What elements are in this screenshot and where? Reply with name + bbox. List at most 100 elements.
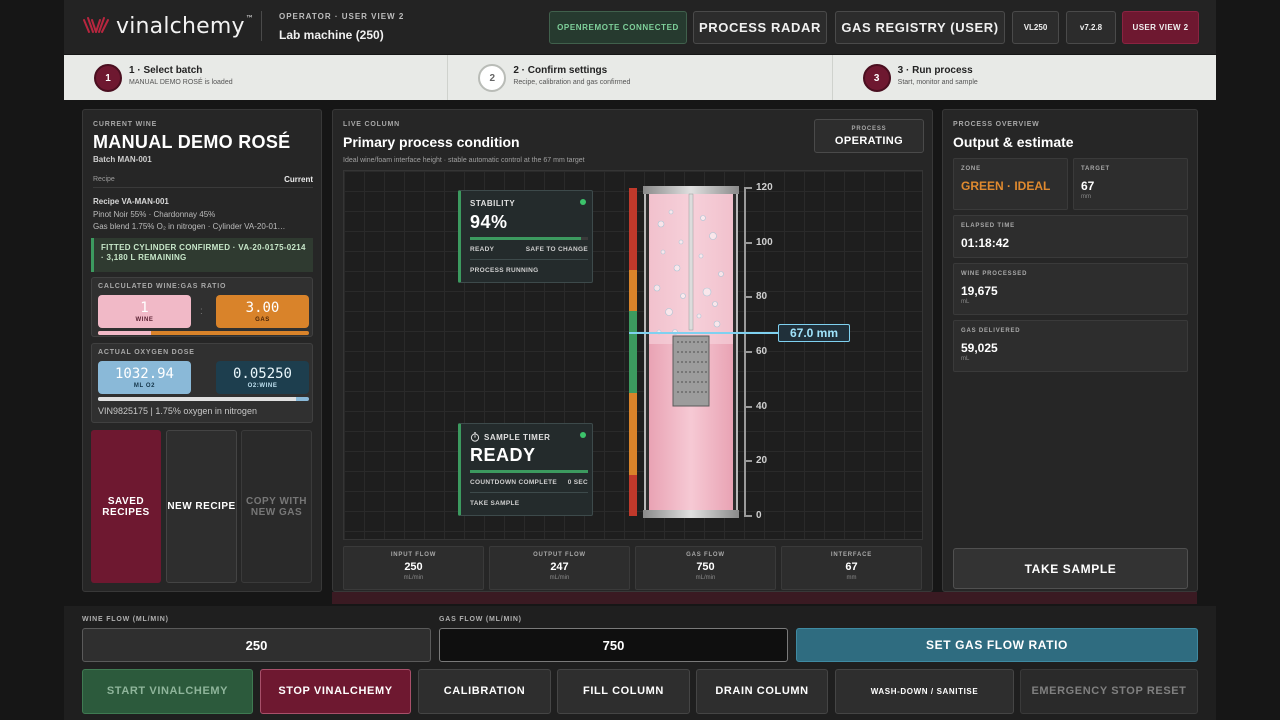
process-state-button[interactable]: PROCESS OPERATING — [814, 119, 924, 153]
brand-logo: vinalchemy™ — [82, 12, 254, 40]
zone-indicator-bar — [629, 188, 637, 516]
version-badge[interactable]: v7.2.8 — [1066, 11, 1116, 44]
status-dot — [580, 432, 586, 438]
dose-footnote: VIN9825175 | 1.75% oxygen in nitrogen — [98, 406, 257, 416]
saved-recipes-button[interactable]: SAVED RECIPES — [91, 430, 161, 583]
ready-text: READY — [470, 246, 495, 253]
gas-flow-label: GAS FLOW (ML/MIN) — [439, 616, 522, 623]
stop-vinalchemy-button[interactable]: STOP VINALCHEMY — [260, 669, 411, 714]
target-label: TARGET — [1081, 166, 1111, 172]
sample-timer-bar — [470, 470, 588, 473]
step-title: 1 · Select batch — [129, 65, 203, 76]
brand-name: vinalchemy™ — [116, 13, 254, 39]
step-select-batch[interactable]: 1 1 · Select batch MANUAL DEMO ROSÉ is l… — [64, 55, 449, 100]
step-number: 3 — [862, 64, 891, 92]
dose-bar — [98, 397, 309, 401]
sample-timer-bar-fill — [470, 470, 588, 473]
zone-label: ZONE — [961, 166, 981, 172]
gas-ratio-label: GAS — [255, 316, 270, 323]
axis-tick-label: 0 — [756, 510, 762, 521]
stability-status-row: READY SAFE TO CHANGE — [470, 246, 588, 253]
step-number: 1 — [94, 64, 122, 92]
unit-badge[interactable]: VL250 — [1012, 11, 1059, 44]
interface-metric: INTERFACE 67 mm — [781, 546, 922, 590]
gas-delivered-label: GAS DELIVERED — [961, 328, 1021, 334]
process-state-label: PROCESS — [851, 126, 887, 132]
elapsed-value: 01:18:42 — [961, 236, 1010, 250]
target-unit: mm — [1081, 194, 1091, 200]
metric-unit: mm — [846, 575, 857, 581]
step-title: 3 · Run process — [897, 65, 973, 76]
interface-level-readout: 67.0 mm — [778, 323, 850, 342]
column-visualization: 120 100 80 60 40 20 0 67.0 mm STABILITY 94% RE… — [343, 170, 923, 540]
new-recipe-button[interactable]: NEW RECIPE — [166, 430, 237, 583]
take-sample-button[interactable]: TAKE SAMPLE — [953, 548, 1188, 589]
metric-value: 67 — [845, 561, 858, 573]
machine-name: Lab machine (250) — [279, 28, 384, 42]
zone-card: ZONE GREEN · IDEAL — [953, 158, 1068, 210]
wine-ratio-pill: 1 WINE — [98, 295, 191, 328]
metric-unit: mL/min — [403, 575, 424, 581]
recipe-key: Recipe — [93, 176, 115, 183]
countdown-text: COUNTDOWN COMPLETE — [470, 479, 558, 486]
current-wine-panel: CURRENT WINE MANUAL DEMO ROSÉ Batch MAN-… — [82, 109, 322, 592]
metric-label: OUTPUT FLOW — [533, 552, 586, 558]
sample-timer-value: READY — [470, 445, 536, 465]
copy-with-new-gas-button[interactable]: COPY WITH NEW GAS — [241, 430, 312, 583]
take-sample-link[interactable]: TAKE SAMPLE — [470, 500, 519, 507]
oxygen-dose-box: ACTUAL OXYGEN DOSE 1032.94 ML O2 0.05250… — [91, 343, 313, 423]
app-header: vinalchemy™ OPERATOR · USER VIEW 2 Lab m… — [64, 0, 1216, 54]
wine-ratio-value: 1 — [140, 299, 149, 316]
axis-tick-label: 60 — [756, 346, 768, 357]
process-overview-panel: PROCESS OVERVIEW Output & estimate ZONE … — [942, 109, 1198, 592]
stability-card: STABILITY 94% READY SAFE TO CHANGE PROCE… — [458, 190, 593, 283]
gas-registry-button[interactable]: GAS REGISTRY (USER) — [835, 11, 1005, 44]
fill-column-button[interactable]: FILL COLUMN — [557, 669, 690, 714]
step-run-process[interactable]: 3 3 · Run process Start, monitor and sam… — [833, 55, 1216, 100]
elapsed-label: ELAPSED TIME — [961, 223, 1015, 229]
interface-level-line — [629, 331, 779, 334]
gas-delivered-card: GAS DELIVERED 59,025 mL — [953, 320, 1188, 372]
start-vinalchemy-button[interactable]: START VINALCHEMY — [82, 669, 253, 714]
cylinder-confirmed-banner: FITTED CYLINDER CONFIRMED · VA-20-0175-0… — [91, 238, 313, 272]
axis-tick-label: 80 — [756, 291, 768, 303]
gas-delivered-value: 59,025 — [961, 341, 998, 355]
zone-segment — [629, 393, 637, 434]
metric-value: 750 — [696, 561, 715, 573]
o2-wine-pill: 0.05250 O2:WINE — [216, 361, 309, 394]
emergency-stop-reset-button[interactable]: EMERGENCY STOP RESET — [1020, 669, 1198, 714]
target-card: TARGET 67 mm — [1073, 158, 1188, 210]
axis-tick — [744, 351, 752, 353]
drain-column-button[interactable]: DRAIN COLUMN — [696, 669, 828, 714]
card-divider — [470, 259, 588, 260]
zone-segment — [629, 352, 637, 393]
gas-ratio-pill: 3.00 GAS — [216, 295, 309, 328]
wine-flow-input[interactable]: 250 — [82, 628, 431, 662]
calibration-button[interactable]: CALIBRATION — [418, 669, 551, 714]
input-flow-metric: INPUT FLOW 250 mL/min — [343, 546, 484, 590]
metric-label: INPUT FLOW — [390, 552, 437, 558]
step-confirm-settings[interactable]: 2 2 · Confirm settings Recipe, calibrati… — [448, 55, 833, 100]
metric-unit: mL/min — [695, 575, 716, 581]
process-running-text: PROCESS RUNNING — [470, 267, 539, 274]
connection-status-button[interactable]: OPENREMOTE CONNECTED — [549, 11, 687, 44]
stopwatch-icon — [470, 432, 480, 442]
axis-tick — [744, 241, 752, 244]
process-radar-button[interactable]: PROCESS RADAR — [693, 11, 827, 44]
live-column-label: LIVE COLUMN — [343, 121, 401, 128]
recipe-value: Current — [284, 175, 313, 184]
wine-processed-value: 19,675 — [961, 284, 998, 298]
axis-tick-label: 40 — [756, 400, 768, 412]
current-wine-label: CURRENT WINE — [93, 121, 158, 128]
wash-down-sanitise-button[interactable]: WASH-DOWN / SANITISE — [835, 669, 1014, 714]
gas-ratio-value: 3.00 — [245, 299, 280, 316]
set-gas-flow-ratio-button[interactable]: SET GAS FLOW RATIO — [796, 628, 1198, 662]
wine-name: MANUAL DEMO ROSÉ — [93, 132, 291, 152]
gas-flow-input[interactable]: 750 — [439, 628, 788, 662]
ratio-bar — [98, 331, 309, 335]
ratio-separator: : — [200, 306, 203, 317]
foam-column-graphic — [643, 186, 739, 518]
user-view-button[interactable]: USER VIEW 2 — [1122, 11, 1199, 44]
metric-value: 250 — [404, 561, 423, 573]
header-divider — [261, 11, 262, 41]
